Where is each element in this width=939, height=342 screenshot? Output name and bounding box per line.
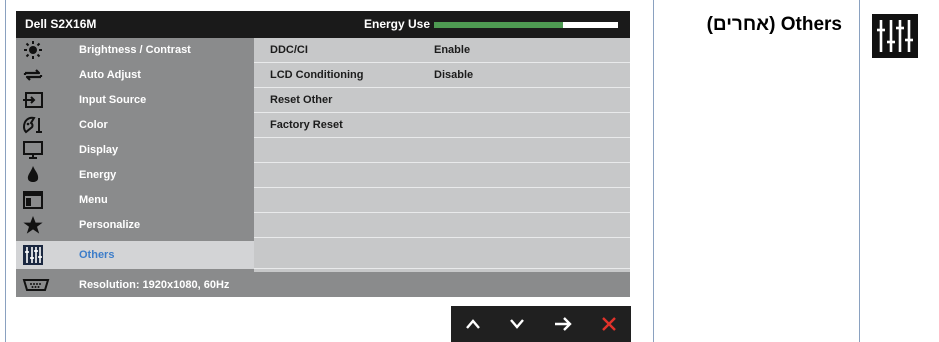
down-button[interactable] [499, 306, 535, 342]
submenu-row-lcd-conditioning[interactable]: LCD Conditioning Disable [254, 63, 630, 88]
monitor-model: Dell S2X16M [25, 17, 97, 31]
resolution-status: Resolution: 1920x1080, 60Hz [16, 272, 630, 297]
submenu-value: Enable [434, 44, 471, 56]
menu-item-display[interactable]: Display [16, 138, 254, 163]
up-arrow-icon [466, 319, 480, 329]
color-icon [22, 115, 44, 135]
menu-item-label: Others [79, 249, 115, 261]
submenu-value: Disable [434, 69, 474, 81]
close-icon [602, 317, 616, 331]
menu-item-label: Display [79, 144, 119, 156]
submenu-row-empty [254, 213, 630, 238]
submenu-panel: DDC/CI Enable LCD Conditioning Disable R… [254, 38, 630, 297]
energy-use-label: Energy Use [364, 17, 431, 31]
submenu-row-empty [254, 241, 630, 269]
exit-button[interactable] [591, 306, 627, 342]
menu-item-energy[interactable]: Energy [16, 163, 254, 188]
resolution-label: Resolution: 1920x1080, 60Hz [79, 279, 230, 291]
menu-item-brightness-contrast[interactable]: Brightness / Contrast [16, 38, 254, 63]
menu-item-color[interactable]: Color [16, 113, 254, 138]
menu-item-label: Personalize [79, 219, 141, 231]
submenu-row-factory-reset[interactable]: Factory Reset [254, 113, 630, 138]
osd-header: Dell S2X16M Energy Use [16, 11, 630, 38]
star-icon [22, 215, 44, 235]
osd-navigation-buttons [451, 306, 631, 342]
down-arrow-icon [510, 319, 524, 329]
menu-item-label: Color [79, 119, 108, 131]
table-border-left [5, 0, 6, 342]
sliders-icon [872, 14, 918, 58]
up-button[interactable] [455, 306, 491, 342]
menu-item-others[interactable]: Others [16, 241, 254, 269]
display-icon [22, 140, 44, 160]
submenu-label: LCD Conditioning [270, 69, 364, 81]
menu-item-input-source[interactable]: Input Source [16, 88, 254, 113]
menu-item-personalize[interactable]: Personalize [16, 213, 254, 238]
table-border-right [859, 0, 860, 342]
menu-item-label: Brightness / Contrast [79, 44, 191, 56]
submenu-label: Factory Reset [270, 119, 343, 131]
energy-use-bar [434, 22, 618, 28]
energy-use-fill [434, 22, 563, 28]
submenu-row-empty [254, 163, 630, 188]
submenu-label: DDC/CI [270, 44, 308, 56]
menu-item-label: Auto Adjust [79, 69, 141, 81]
submenu-label: Reset Other [270, 94, 333, 106]
input-source-icon [22, 90, 44, 110]
menu-item-label: Input Source [79, 94, 147, 106]
right-arrow-icon [555, 317, 572, 331]
submenu-row-empty [254, 188, 630, 213]
auto-adjust-icon [22, 65, 44, 85]
connector-icon [22, 276, 50, 294]
submenu-row-empty [254, 138, 630, 163]
menu-item-label: Energy [79, 169, 117, 181]
energy-icon [22, 165, 44, 185]
osd-menu: Dell S2X16M Energy Use Brightness / Cont… [16, 11, 630, 297]
menu-item-auto-adjust[interactable]: Auto Adjust [16, 63, 254, 88]
enter-button[interactable] [545, 306, 581, 342]
table-border-middle [653, 0, 654, 342]
section-title: Others (אחרים) [706, 14, 842, 35]
main-menu: Brightness / Contrast Auto Adjust Input … [16, 38, 254, 297]
submenu-row-reset-other[interactable]: Reset Other [254, 88, 630, 113]
menu-item-label: Menu [79, 194, 108, 206]
brightness-icon [22, 40, 44, 60]
submenu-row-ddc-ci[interactable]: DDC/CI Enable [254, 38, 630, 63]
menu-icon [22, 190, 44, 210]
menu-item-menu[interactable]: Menu [16, 188, 254, 213]
sliders-icon [22, 245, 44, 265]
